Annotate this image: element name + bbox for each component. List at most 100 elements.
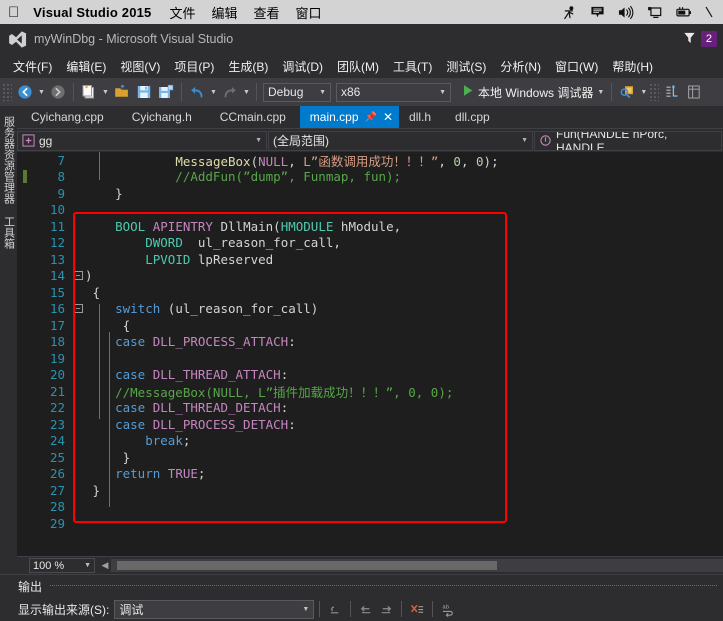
redo-icon[interactable] bbox=[219, 81, 241, 103]
breakpoint-margin[interactable] bbox=[17, 170, 35, 184]
feedback-funnel-icon[interactable] bbox=[682, 30, 697, 48]
code-line[interactable]: 18 case DLL_PROCESS_ATTACH: bbox=[17, 334, 723, 351]
display-icon[interactable] bbox=[647, 5, 662, 20]
code-line[interactable]: 9 } bbox=[17, 185, 723, 202]
navigate-back-icon[interactable] bbox=[14, 81, 36, 103]
code-editor[interactable]: 7 MessageBox(NULL, L”函数调用成功！！！”, 0, 0); 8… bbox=[17, 152, 723, 556]
find-dropdown[interactable]: ▼ bbox=[638, 81, 649, 103]
redo-dropdown[interactable]: ▼ bbox=[241, 81, 252, 103]
pin-icon[interactable]: 📌 bbox=[365, 112, 377, 123]
code-line[interactable]: 29 bbox=[17, 515, 723, 532]
code-line[interactable]: 16− switch (ul_reason_for_call) bbox=[17, 301, 723, 318]
word-wrap-icon[interactable]: ab bbox=[438, 599, 458, 619]
code-line[interactable]: 8 //AddFun(”dump”, Funmap, fun); bbox=[17, 169, 723, 186]
save-all-icon[interactable] bbox=[155, 81, 177, 103]
code-line[interactable]: 17 { bbox=[17, 317, 723, 334]
code-line[interactable]: 22 case DLL_THREAD_DETACH: bbox=[17, 400, 723, 417]
horizontal-scroll-track[interactable] bbox=[111, 559, 723, 572]
solution-configuration-combo[interactable]: Debug ▼ bbox=[263, 82, 331, 102]
notification-icon[interactable] bbox=[590, 5, 605, 20]
collapse-icon[interactable]: − bbox=[73, 271, 83, 281]
menu-view[interactable]: 视图(V) bbox=[113, 55, 167, 78]
navbar-scope-combo[interactable]: (全局范围) ▼ bbox=[268, 130, 533, 151]
menu-help[interactable]: 帮助(H) bbox=[605, 55, 660, 78]
code-line[interactable]: 20 case DLL_THREAD_ATTACH: bbox=[17, 367, 723, 384]
output-source-combo[interactable]: 调试 ▼ bbox=[114, 599, 315, 619]
volume-icon[interactable] bbox=[618, 5, 634, 20]
open-file-icon[interactable] bbox=[111, 81, 133, 103]
menu-build[interactable]: 生成(B) bbox=[221, 55, 275, 78]
code-line[interactable]: 12 DWORD ul_reason_for_call, bbox=[17, 235, 723, 252]
navbar-member-combo[interactable]: Fun(HANDLE hPorc, HANDLE bbox=[534, 130, 722, 151]
zoom-level-combo[interactable]: 100 % ▼ bbox=[29, 558, 95, 573]
menu-team[interactable]: 团队(M) bbox=[330, 55, 386, 78]
macbar-extra-icon[interactable] bbox=[705, 5, 713, 19]
code-line[interactable]: 27 } bbox=[17, 482, 723, 499]
apple-icon[interactable]:  bbox=[8, 5, 19, 20]
go-to-next-icon[interactable] bbox=[376, 599, 396, 619]
code-line[interactable]: 14−) bbox=[17, 268, 723, 285]
horizontal-scroll-thumb[interactable] bbox=[117, 561, 497, 570]
fold-margin[interactable]: − bbox=[71, 271, 85, 281]
code-line[interactable]: 7 MessageBox(NULL, L”函数调用成功！！！”, 0, 0); bbox=[17, 152, 723, 169]
start-debugging-button[interactable]: 本地 Windows 调试器 ▼ bbox=[459, 81, 607, 103]
new-item-dropdown[interactable]: ▼ bbox=[100, 81, 111, 103]
code-line[interactable]: 26 return TRUE; bbox=[17, 466, 723, 483]
toolbar-grip-2[interactable] bbox=[649, 83, 660, 101]
close-icon[interactable]: ✕ bbox=[383, 110, 393, 124]
code-line[interactable]: 10 bbox=[17, 202, 723, 219]
menu-file[interactable]: 文件(F) bbox=[6, 55, 59, 78]
chevron-down-icon[interactable]: ▼ bbox=[597, 89, 604, 96]
navigate-forward-icon[interactable] bbox=[47, 81, 69, 103]
menu-debug[interactable]: 调试(D) bbox=[275, 55, 330, 78]
code-line[interactable]: 28 bbox=[17, 499, 723, 516]
horizontal-scrollbar[interactable]: ◀ bbox=[99, 558, 723, 573]
notification-count-badge[interactable]: 2 bbox=[700, 31, 717, 47]
mac-menu-edit[interactable]: 编辑 bbox=[212, 3, 238, 22]
code-line[interactable]: 21 //MessageBox(NULL, L”插件加载成功！！！”, 0, 0… bbox=[17, 383, 723, 400]
collapse-icon[interactable]: − bbox=[73, 304, 83, 314]
menu-tools[interactable]: 工具(T) bbox=[386, 55, 439, 78]
cancel-search-icon[interactable] bbox=[407, 599, 427, 619]
battery-icon[interactable] bbox=[675, 5, 692, 20]
code-line[interactable]: 24 break; bbox=[17, 433, 723, 450]
solution-explorer-icon[interactable] bbox=[661, 81, 683, 103]
clear-all-icon[interactable] bbox=[325, 599, 345, 619]
find-in-files-icon[interactable] bbox=[616, 81, 638, 103]
properties-window-icon[interactable] bbox=[683, 81, 705, 103]
code-line[interactable]: 25 } bbox=[17, 449, 723, 466]
tab-cyichang-h[interactable]: Cyichang.h bbox=[118, 106, 206, 128]
undo-icon[interactable] bbox=[186, 81, 208, 103]
code-line[interactable]: 13 LPVOID lpReserved bbox=[17, 251, 723, 268]
undo-dropdown[interactable]: ▼ bbox=[208, 81, 219, 103]
navigate-back-dropdown[interactable]: ▼ bbox=[36, 81, 47, 103]
scroll-left-icon[interactable]: ◀ bbox=[99, 560, 111, 571]
code-lines[interactable]: 7 MessageBox(NULL, L”函数调用成功！！！”, 0, 0); 8… bbox=[17, 152, 723, 556]
code-line[interactable]: 23 case DLL_PROCESS_DETACH: bbox=[17, 416, 723, 433]
save-icon[interactable] bbox=[133, 81, 155, 103]
go-to-previous-icon[interactable] bbox=[356, 599, 376, 619]
sidebar-tab-server-explorer[interactable]: 服务器资源管理器 bbox=[0, 110, 18, 210]
code-line[interactable]: 15 { bbox=[17, 284, 723, 301]
tab-dll-cpp[interactable]: dll.cpp bbox=[441, 106, 504, 128]
accessibility-icon[interactable] bbox=[562, 5, 577, 20]
sidebar-tab-toolbox[interactable]: 工具箱 bbox=[0, 210, 18, 255]
code-line[interactable]: 11 BOOL APIENTRY DllMain(HMODULE hModule… bbox=[17, 218, 723, 235]
mac-menu-window[interactable]: 窗口 bbox=[296, 3, 322, 22]
menu-test[interactable]: 测试(S) bbox=[439, 55, 493, 78]
menu-project[interactable]: 项目(P) bbox=[167, 55, 221, 78]
fold-margin[interactable]: − bbox=[71, 304, 85, 314]
tab-main-cpp[interactable]: main.cpp 📌 ✕ bbox=[299, 106, 400, 128]
navbar-project-combo[interactable]: gg ▼ bbox=[17, 130, 267, 151]
mac-menu-view[interactable]: 查看 bbox=[254, 3, 280, 22]
tab-dll-h[interactable]: dll.h bbox=[399, 106, 441, 128]
tab-cyichang-cpp[interactable]: Cyichang.cpp bbox=[17, 106, 118, 128]
code-line[interactable]: 19 bbox=[17, 350, 723, 367]
tab-ccmain-cpp[interactable]: CCmain.cpp bbox=[206, 106, 300, 128]
toolbar-grip[interactable] bbox=[2, 83, 12, 101]
solution-platform-combo[interactable]: x86 ▼ bbox=[336, 82, 451, 102]
mac-menu-file[interactable]: 文件 bbox=[170, 3, 196, 22]
menu-analyze[interactable]: 分析(N) bbox=[493, 55, 548, 78]
menu-window[interactable]: 窗口(W) bbox=[548, 55, 605, 78]
new-item-icon[interactable] bbox=[78, 81, 100, 103]
